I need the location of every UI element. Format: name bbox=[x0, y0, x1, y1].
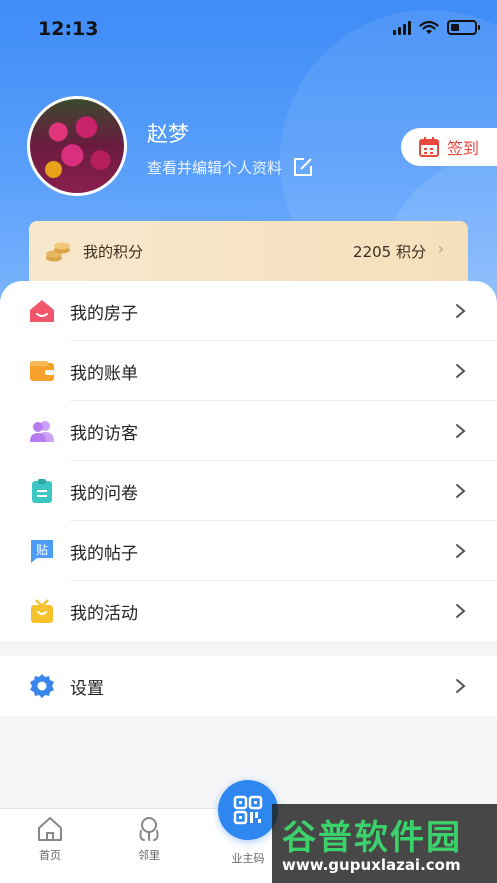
user-name: 赵梦 bbox=[147, 122, 189, 146]
menu-list: 我的房子 我的账单 我的访客 我的问卷 贴 我的帖子 我的活动 bbox=[0, 281, 497, 641]
calendar-icon bbox=[419, 137, 439, 157]
edit-profile-text: 查看并编辑个人资料 bbox=[147, 158, 283, 177]
menu-item-settings[interactable]: 设置 bbox=[0, 656, 497, 716]
home-icon bbox=[38, 817, 62, 841]
menu-item-survey[interactable]: 我的问卷 bbox=[0, 461, 497, 521]
status-time: 12:13 bbox=[38, 18, 99, 40]
chevron-right-icon bbox=[456, 679, 466, 693]
tab-home-label: 首页 bbox=[39, 849, 61, 862]
watermark: 谷普软件园 www.gupuxlazai.com bbox=[272, 804, 497, 883]
menu-item-label: 我的访客 bbox=[70, 423, 138, 444]
chevron-right-icon bbox=[456, 544, 466, 558]
signal-icon bbox=[393, 20, 411, 35]
house-icon bbox=[30, 300, 54, 322]
avatar[interactable] bbox=[27, 96, 127, 196]
coins-icon bbox=[46, 242, 70, 262]
battery-icon bbox=[447, 20, 480, 35]
chevron-right-icon bbox=[456, 484, 466, 498]
settings-row[interactable]: 设置 bbox=[0, 656, 497, 716]
qr-code-icon bbox=[233, 795, 263, 825]
edit-profile-link[interactable]: 查看并编辑个人资料 bbox=[147, 156, 314, 178]
watermark-url: www.gupuxlazai.com bbox=[282, 856, 461, 874]
points-label: 我的积分 bbox=[83, 243, 144, 261]
status-icons bbox=[393, 20, 480, 35]
menu-item-house[interactable]: 我的房子 bbox=[0, 281, 497, 341]
menu-item-visitors[interactable]: 我的访客 bbox=[0, 401, 497, 461]
menu-item-bill[interactable]: 我的账单 bbox=[0, 341, 497, 401]
menu-item-label: 我的帖子 bbox=[70, 543, 138, 564]
chevron-right-icon bbox=[456, 424, 466, 438]
visitors-icon bbox=[30, 421, 54, 442]
watermark-title: 谷普软件园 bbox=[282, 818, 462, 858]
wifi-icon bbox=[419, 20, 439, 34]
neighbor-icon bbox=[139, 817, 159, 841]
status-bar: 12:13 bbox=[0, 0, 497, 60]
settings-label: 设置 bbox=[70, 678, 104, 699]
menu-item-label: 我的账单 bbox=[70, 363, 138, 384]
clipboard-icon bbox=[32, 479, 52, 503]
menu-item-label: 我的活动 bbox=[70, 603, 138, 624]
tab-owner-code-label: 业主码 bbox=[231, 852, 265, 865]
chevron-right-icon bbox=[456, 364, 466, 378]
menu-item-label: 我的问卷 bbox=[70, 483, 138, 504]
menu-item-label: 我的房子 bbox=[70, 303, 138, 324]
tab-home[interactable]: 首页 bbox=[20, 815, 80, 863]
svg-text:贴: 贴 bbox=[36, 543, 48, 557]
menu-item-posts[interactable]: 贴 我的帖子 bbox=[0, 521, 497, 581]
checkin-button[interactable]: 签到 bbox=[401, 128, 497, 166]
tab-neighbor[interactable]: 邻里 bbox=[119, 815, 179, 863]
edit-icon bbox=[294, 158, 313, 176]
owner-code-button[interactable] bbox=[218, 780, 278, 840]
checkin-label: 签到 bbox=[447, 139, 480, 158]
gift-icon bbox=[31, 599, 53, 623]
wallet-icon bbox=[30, 361, 54, 381]
gear-icon bbox=[30, 674, 54, 698]
tab-neighbor-label: 邻里 bbox=[138, 849, 160, 862]
post-icon: 贴 bbox=[31, 540, 53, 563]
points-value: 2205 积分 bbox=[353, 243, 426, 261]
menu-item-activities[interactable]: 我的活动 bbox=[0, 581, 497, 641]
chevron-right-icon: › bbox=[437, 239, 444, 258]
chevron-right-icon bbox=[456, 304, 466, 318]
chevron-right-icon bbox=[456, 604, 466, 618]
